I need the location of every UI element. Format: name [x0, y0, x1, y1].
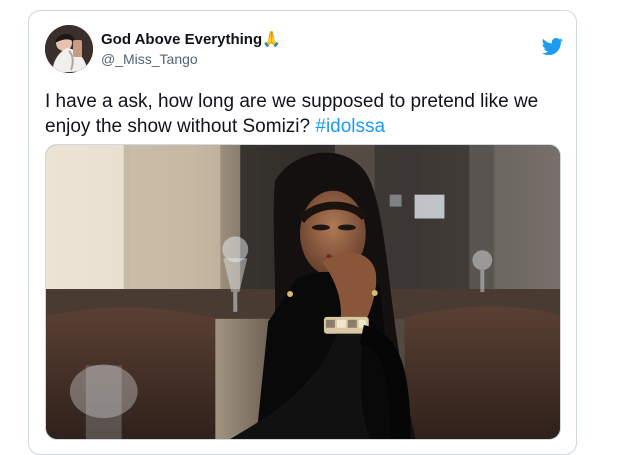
tweet-text: I have a ask, how long are we supposed t… — [45, 89, 563, 139]
avatar[interactable] — [45, 25, 93, 73]
tweet-header: God Above Everything🙏 @_Miss_Tango — [45, 25, 565, 75]
user-handle[interactable]: @_Miss_Tango — [101, 50, 281, 68]
twitter-bird-icon[interactable] — [540, 36, 565, 57]
author-identity[interactable]: God Above Everything🙏 @_Miss_Tango — [101, 30, 281, 68]
hashtag-link[interactable]: #idolssa — [315, 116, 385, 137]
photo-illustration — [46, 145, 560, 439]
display-name[interactable]: God Above Everything🙏 — [101, 30, 281, 49]
tweet-card[interactable]: God Above Everything🙏 @_Miss_Tango I hav… — [28, 10, 577, 455]
folded-hands-icon: 🙏 — [262, 31, 281, 48]
tweet-body: I have a ask, how long are we supposed t… — [45, 91, 539, 137]
avatar-image — [45, 25, 93, 73]
display-name-text[interactable]: God Above Everything — [101, 31, 262, 48]
tweet-photo[interactable] — [45, 144, 561, 440]
